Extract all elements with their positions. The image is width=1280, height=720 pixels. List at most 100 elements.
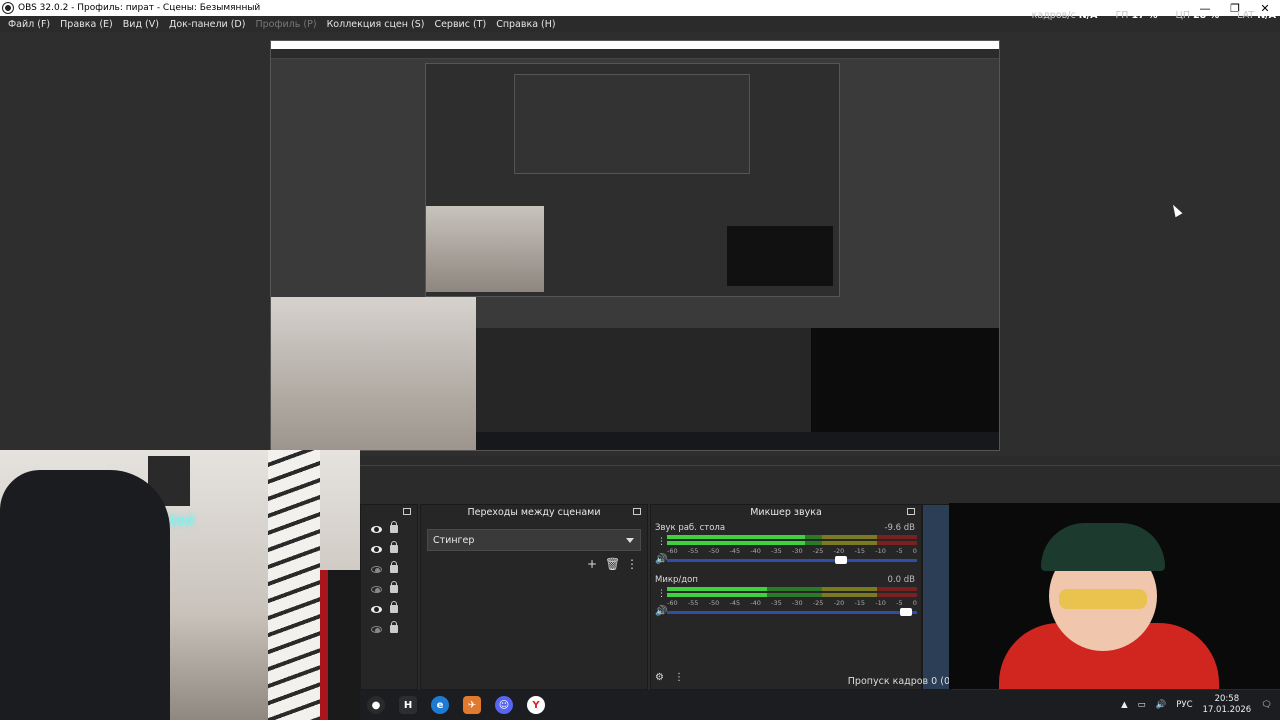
meter-tick-label: -55 — [687, 547, 699, 555]
volume-meter: -60 -55 -50 -45 -40 -35 -30 -25 -20 -15 -10 -5 0 — [667, 587, 917, 607]
volume-handle[interactable] — [835, 556, 847, 564]
dropped-frames-status: Пропуск кадров 0 (0 — [847, 676, 950, 687]
mixer-channel-desktop: Звук раб. стола -9.6 dB ⋮ -60 -55 -50 -45 -4… — [651, 519, 921, 571]
meter-tick-label: -10 — [875, 599, 886, 607]
notifications-icon[interactable]: 🗨 — [1261, 700, 1272, 710]
meter-level — [667, 593, 767, 597]
chevron-up-icon[interactable]: ▲ — [1121, 700, 1128, 710]
meter-tick-label: -25 — [812, 599, 824, 607]
lock-icon[interactable] — [390, 621, 398, 633]
meter-level — [667, 541, 805, 545]
lock-icon[interactable] — [390, 561, 398, 573]
meter-level — [667, 535, 805, 539]
nested-room-cam — [426, 206, 544, 292]
source-row[interactable] — [361, 559, 417, 579]
lock-icon[interactable] — [390, 601, 398, 613]
audio-mixer-dock: Микшер звука Звук раб. стола -9.6 dB ⋮ -… — [650, 504, 922, 690]
preview-canvas[interactable] — [0, 32, 1280, 456]
visibility-eye-off-icon[interactable] — [371, 585, 382, 593]
volume-slider[interactable] — [667, 608, 917, 616]
channel-db: -9.6 dB — [884, 523, 915, 533]
menu-edit[interactable]: Правка (E) — [55, 19, 118, 30]
obs-icon[interactable]: ● — [360, 690, 392, 720]
sources-dock-header — [361, 505, 417, 519]
meter-ticks: -60 -55 -50 -45 -40 -35 -30 -25 -20 -15 -10 -5 0 — [667, 599, 917, 607]
transitions-dock-header: Переходы между сценами — [421, 505, 647, 519]
person-silhouette — [0, 470, 170, 720]
undock-icon[interactable] — [907, 508, 915, 515]
gpu-stat: ГП 17 % — [1115, 10, 1158, 21]
language-indicator[interactable]: РУС — [1176, 700, 1192, 710]
mixer-channel-mic: Микр/доп 0.0 dB ⋮ -60 -55 -50 -45 -40 -35 -30-… — [651, 571, 921, 623]
visibility-eye-off-icon[interactable] — [371, 565, 382, 573]
yandex-icon[interactable]: Y — [520, 690, 552, 720]
volume-handle[interactable] — [900, 608, 912, 616]
controls-dock-edge — [922, 504, 952, 690]
visibility-eye-icon[interactable] — [371, 525, 382, 533]
advanced-audio-gear-icon[interactable]: ⚙ — [655, 672, 664, 683]
clock[interactable]: 20:58 17.01.2026 — [1203, 694, 1252, 716]
meter-tick-label: -25 — [812, 547, 824, 555]
transition-menu-button[interactable]: ⋮ — [625, 557, 639, 571]
transitions-title: Переходы между сценами — [467, 506, 601, 518]
h-app-icon[interactable]: H — [392, 690, 424, 720]
obs-logo-icon — [3, 3, 13, 13]
meter-tick-label: -10 — [875, 547, 886, 555]
telegram-icon[interactable]: ✈ — [456, 690, 488, 720]
meter-tick-label: -40 — [750, 599, 761, 607]
room-camera-source: Metod — [0, 450, 360, 720]
meter-tick-label: -30 — [791, 599, 803, 607]
meter-tick-label: -5 — [896, 547, 903, 555]
captured-face-cam — [811, 328, 999, 434]
meter-ticks: -60 -55 -50 -45 -40 -35 -30 -25 -20 -15 -10 -5 0 — [667, 547, 917, 555]
source-row[interactable] — [361, 539, 417, 559]
clock-date: 17.01.2026 — [1202, 705, 1252, 715]
speaker-icon[interactable]: 🔊 — [655, 606, 667, 617]
visibility-eye-icon[interactable] — [371, 545, 382, 553]
docks-splitter[interactable] — [360, 456, 1280, 466]
meter-tick-label: -35 — [771, 599, 782, 607]
menu-file[interactable]: Файл (F) — [3, 19, 55, 30]
undock-icon[interactable] — [403, 508, 411, 515]
face-camera-source — [949, 503, 1280, 689]
cpu-stat: ЦП 28 % — [1175, 10, 1220, 21]
meter-tick-label: -30 — [791, 547, 803, 555]
source-row[interactable] — [361, 599, 417, 619]
mixer-menu-icon[interactable]: ⋮ — [674, 672, 684, 683]
volume-slider[interactable] — [667, 556, 917, 564]
source-row[interactable] — [361, 619, 417, 639]
meter-tick-label: 0 — [912, 547, 917, 555]
speaker-icon[interactable]: 🔊 — [655, 554, 667, 565]
yellow-glasses — [1059, 589, 1147, 609]
network-icon[interactable]: ▭ — [1138, 700, 1146, 710]
menu-tools[interactable]: Сервис (T) — [429, 19, 491, 30]
menu-docks[interactable]: Док-панели (D) — [164, 19, 250, 30]
source-row[interactable] — [361, 579, 417, 599]
channel-menu-icon[interactable]: ⋮ — [657, 589, 666, 599]
menu-scene-collection[interactable]: Коллекция сцен (S) — [322, 19, 430, 30]
transition-select[interactable]: Стингер — [427, 529, 641, 551]
lock-icon[interactable] — [390, 581, 398, 593]
channel-menu-icon[interactable]: ⋮ — [657, 537, 666, 547]
volume-icon[interactable]: 🔊 — [1156, 700, 1167, 710]
meter-tick-label: -50 — [708, 547, 720, 555]
window-title: OBS 32.0.2 - Профиль: пират - Сцены: Без… — [18, 3, 261, 13]
lock-icon[interactable] — [390, 541, 398, 553]
sources-dock — [360, 504, 418, 690]
menu-view[interactable]: Вид (V) — [118, 19, 164, 30]
channel-db: 0.0 dB — [887, 575, 915, 585]
visibility-eye-icon[interactable] — [371, 605, 382, 613]
nested-preview-deeper — [514, 74, 750, 174]
lock-icon[interactable] — [390, 521, 398, 533]
add-transition-button[interactable]: + — [585, 557, 599, 571]
transition-toolbar: + 🗑 ⋮ — [421, 557, 639, 571]
mixer-footer: ⚙ ⋮ — [655, 672, 684, 683]
visibility-eye-off-icon[interactable] — [371, 625, 382, 633]
undock-icon[interactable] — [633, 508, 641, 515]
delete-transition-button[interactable]: 🗑 — [605, 557, 620, 571]
meter-tick-label: -60 — [667, 599, 678, 607]
discord-icon[interactable]: ☺ — [488, 690, 520, 720]
menu-help[interactable]: Справка (H) — [491, 19, 560, 30]
edge-icon[interactable]: e — [424, 690, 456, 720]
source-row[interactable] — [361, 519, 417, 539]
